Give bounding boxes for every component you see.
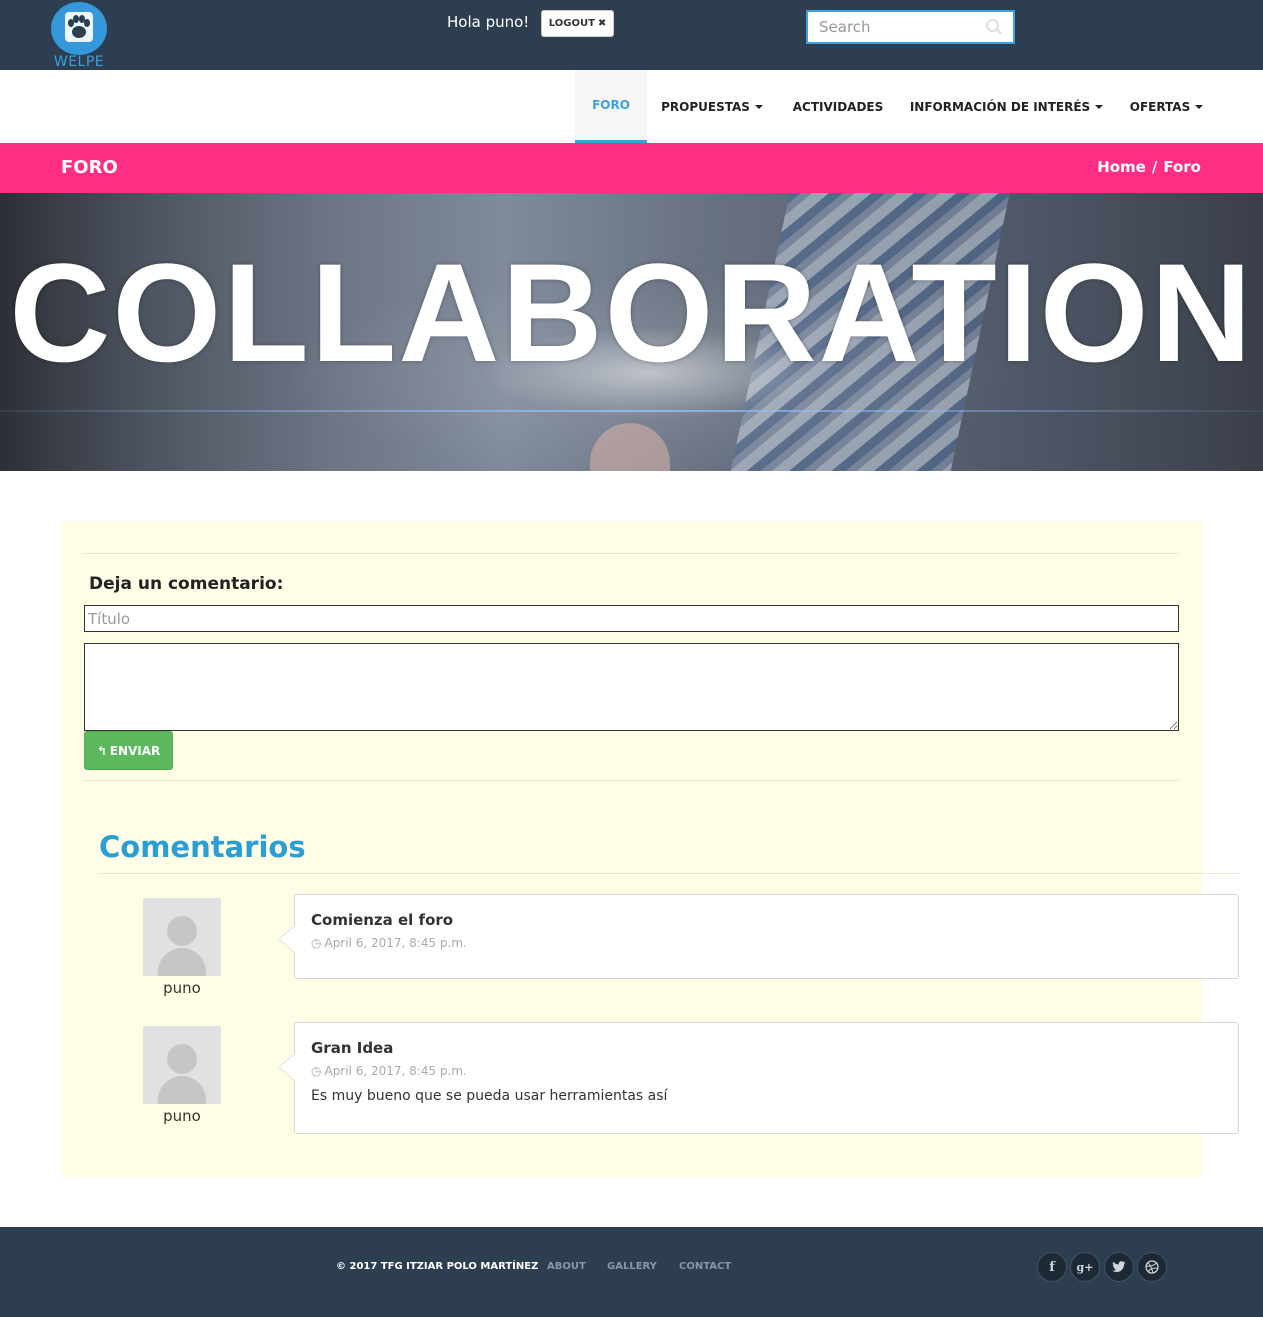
- comment-date-row: ◷ April 6, 2017, 8:45 p.m.: [311, 1064, 1222, 1078]
- logout-button[interactable]: LOGOUT ✖: [541, 10, 614, 37]
- twitter-icon[interactable]: [1104, 1252, 1134, 1282]
- greeting-text: Hola puno!: [447, 13, 530, 31]
- main-navbar: FORO PROPUESTAS ACTIVIDADES INFORMACIÓN …: [0, 70, 1263, 143]
- paw-icon: [65, 12, 93, 42]
- avatar: [143, 898, 221, 976]
- close-icon: ✖: [597, 18, 607, 29]
- divider: [99, 873, 1240, 874]
- forum-panel: Deja un comentario: ↰ ENVIAR Comentarios…: [61, 521, 1240, 1177]
- nav-item-actividades[interactable]: ACTIVIDADES: [784, 70, 892, 143]
- nav-item-label: OFERTAS: [1129, 99, 1191, 114]
- comment-date: April 6, 2017, 8:45 p.m.: [324, 936, 467, 950]
- dribbble-icon[interactable]: [1137, 1252, 1167, 1282]
- avatar-head: [167, 916, 197, 946]
- search-box: [806, 10, 1015, 44]
- send-button[interactable]: ↰ ENVIAR: [84, 731, 173, 770]
- comment-bubble: Gran Idea ◷ April 6, 2017, 8:45 p.m. Es …: [278, 1022, 1239, 1134]
- divider: [84, 780, 1179, 781]
- comment-body: Es muy bueno que se pueda usar herramien…: [311, 1088, 668, 1104]
- dribbble-ball-glyph: [1145, 1260, 1159, 1274]
- hero-text: COLLABORATION: [9, 234, 1254, 391]
- logo-text: WELPE: [53, 54, 105, 70]
- title-input[interactable]: [84, 605, 1179, 632]
- breadcrumb-home[interactable]: Home: [1097, 158, 1146, 176]
- footer-copyright: © 2017 TFG ITZIAR POLO MARTÍNEZ: [336, 1261, 539, 1272]
- avatar-body: [158, 1076, 206, 1104]
- comments-heading: Comentarios: [99, 830, 306, 864]
- breadcrumb-separator: /: [1151, 158, 1158, 176]
- footer-link-contact[interactable]: CONTACT: [679, 1261, 731, 1272]
- breadcrumb: Home / Foro: [1097, 158, 1201, 176]
- google-plus-icon[interactable]: g+: [1070, 1252, 1100, 1282]
- comment-bubble: Comienza el foro ◷ April 6, 2017, 8:45 p…: [278, 894, 1239, 979]
- logout-label: LOGOUT: [548, 18, 595, 29]
- caret-down-icon: [1095, 104, 1104, 109]
- footer-link-gallery[interactable]: GALLERY: [607, 1261, 657, 1272]
- breadcrumb-current: Foro: [1163, 158, 1201, 176]
- nav-item-label: FORO: [592, 98, 630, 112]
- nav-item-propuestas[interactable]: PROPUESTAS: [652, 70, 772, 143]
- nav-item-label: ACTIVIDADES: [792, 99, 884, 114]
- avatar-body: [158, 948, 206, 976]
- top-bar: WELPE Hola puno! LOGOUT ✖: [0, 0, 1263, 70]
- avatar: [143, 1026, 221, 1104]
- caret-down-icon: [754, 104, 763, 109]
- search-input[interactable]: [808, 12, 980, 42]
- hero-light-line: [0, 410, 1263, 412]
- comment-author: puno: [163, 979, 201, 997]
- comment-title: Gran Idea: [311, 1039, 394, 1057]
- comment-textarea[interactable]: [84, 643, 1179, 731]
- avatar-head: [167, 1044, 197, 1074]
- caret-down-icon: [1195, 104, 1204, 109]
- comment-title: Comienza el foro: [311, 911, 454, 929]
- comment-form-heading: Deja un comentario:: [89, 574, 284, 594]
- reply-icon: ↰: [96, 743, 107, 758]
- clock-icon: ◷: [311, 936, 322, 950]
- welpe-logo[interactable]: WELPE: [51, 0, 107, 70]
- comment-date: April 6, 2017, 8:45 p.m.: [324, 1064, 467, 1078]
- footer-link-about[interactable]: ABOUT: [547, 1261, 586, 1272]
- page-title: FORO: [61, 157, 118, 178]
- send-label: ENVIAR: [109, 743, 161, 758]
- nav-item-label: PROPUESTAS: [661, 99, 750, 114]
- hero-banner: COLLABORATION: [0, 193, 1263, 471]
- nav-item-label: INFORMACIÓN DE INTERÉS: [909, 99, 1091, 114]
- facebook-icon[interactable]: f: [1037, 1252, 1067, 1282]
- nav-item-informacion[interactable]: INFORMACIÓN DE INTERÉS: [905, 70, 1108, 143]
- nav-item-ofertas[interactable]: OFERTAS: [1120, 70, 1213, 143]
- footer: © 2017 TFG ITZIAR POLO MARTÍNEZ ABOUT GA…: [0, 1227, 1263, 1317]
- search-icon[interactable]: [985, 18, 1003, 36]
- clock-icon: ◷: [311, 1064, 322, 1078]
- twitter-bird-glyph: [1112, 1261, 1126, 1272]
- page-title-bar: FORO Home / Foro: [0, 143, 1263, 193]
- nav-item-foro[interactable]: FORO: [575, 70, 647, 143]
- comment-date-row: ◷ April 6, 2017, 8:45 p.m.: [311, 936, 1222, 950]
- divider: [84, 553, 1179, 554]
- comment-author: puno: [163, 1107, 201, 1125]
